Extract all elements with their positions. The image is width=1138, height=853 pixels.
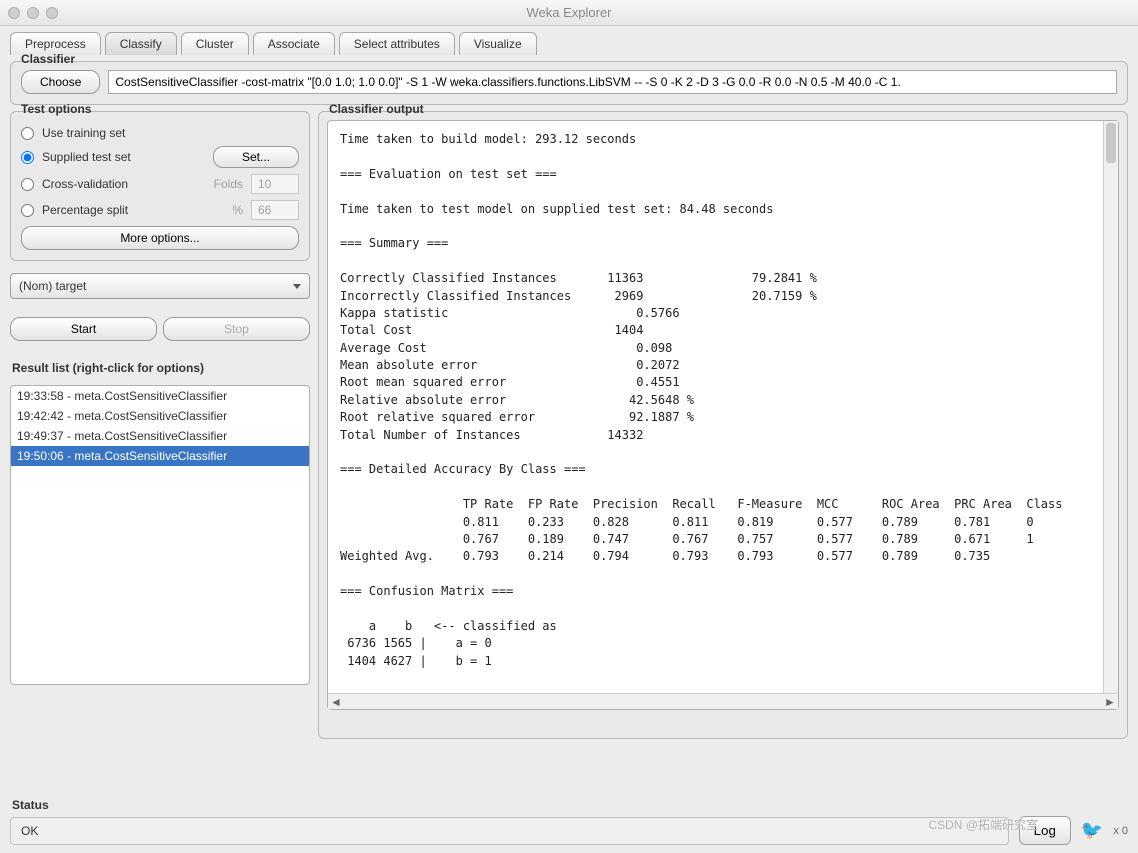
result-list-legend: Result list (right-click for options) (12, 361, 308, 375)
choose-button[interactable]: Choose (21, 70, 100, 94)
scroll-left-icon[interactable]: ◄ (330, 696, 342, 708)
start-button[interactable]: Start (10, 317, 157, 341)
classifier-output-panel: Classifier output Time taken to build mo… (318, 111, 1128, 739)
status-legend: Status (12, 798, 1128, 812)
label-percent: % (207, 203, 243, 217)
label-cv: Cross-validation (42, 177, 199, 191)
test-options-legend: Test options (19, 102, 93, 116)
classifier-output-legend: Classifier output (327, 102, 426, 116)
radio-use-training[interactable] (21, 127, 34, 140)
classifier-output-text[interactable]: Time taken to build model: 293.12 second… (328, 121, 1118, 693)
radio-percentage-split[interactable] (21, 204, 34, 217)
list-item[interactable]: 19:33:58 - meta.CostSensitiveClassifier (11, 386, 309, 406)
radio-supplied-test-set[interactable] (21, 151, 34, 164)
window-title: Weka Explorer (0, 5, 1138, 20)
label-folds: Folds (207, 177, 243, 191)
weka-bird-icon: 🐦 (1081, 820, 1103, 841)
scroll-thumb[interactable] (1106, 123, 1116, 163)
split-input[interactable] (251, 200, 299, 220)
chevron-down-icon (293, 284, 301, 289)
tab-classify[interactable]: Classify (105, 32, 177, 55)
tab-select-attributes[interactable]: Select attributes (339, 32, 455, 55)
titlebar: Weka Explorer (0, 0, 1138, 26)
list-item[interactable]: 19:49:37 - meta.CostSensitiveClassifier (11, 426, 309, 446)
horizontal-scrollbar[interactable]: ◄ ► (328, 693, 1118, 709)
folds-input[interactable] (251, 174, 299, 194)
tab-associate[interactable]: Associate (253, 32, 335, 55)
tab-visualize[interactable]: Visualize (459, 32, 537, 55)
status-panel: Status OK Log 🐦 x 0 (0, 792, 1138, 853)
vertical-scrollbar[interactable] (1103, 121, 1118, 693)
stop-button[interactable]: Stop (163, 317, 310, 341)
list-item[interactable]: 19:42:42 - meta.CostSensitiveClassifier (11, 406, 309, 426)
label-split: Percentage split (42, 203, 199, 217)
class-attribute-label: (Nom) target (19, 279, 86, 293)
set-button[interactable]: Set... (213, 146, 299, 168)
classifier-config-input[interactable] (108, 70, 1117, 94)
tab-bar: Preprocess Classify Cluster Associate Se… (0, 26, 1138, 55)
list-item[interactable]: 19:50:06 - meta.CostSensitiveClassifier (11, 446, 309, 466)
label-supplied: Supplied test set (42, 150, 205, 164)
test-options-panel: Test options Use training set Supplied t… (10, 111, 310, 261)
label-use-training: Use training set (42, 126, 299, 140)
output-box: Time taken to build model: 293.12 second… (327, 120, 1119, 710)
result-list[interactable]: 19:33:58 - meta.CostSensitiveClassifier … (10, 385, 310, 685)
class-attribute-combo[interactable]: (Nom) target (10, 273, 310, 299)
status-text: OK (10, 817, 1009, 845)
status-x0: x 0 (1113, 825, 1128, 837)
classifier-panel: Classifier Choose (10, 61, 1128, 105)
scroll-right-icon[interactable]: ► (1104, 696, 1116, 708)
tab-cluster[interactable]: Cluster (181, 32, 249, 55)
more-options-button[interactable]: More options... (21, 226, 299, 250)
log-button[interactable]: Log (1019, 816, 1071, 845)
classifier-legend: Classifier (19, 52, 77, 66)
radio-cross-validation[interactable] (21, 178, 34, 191)
